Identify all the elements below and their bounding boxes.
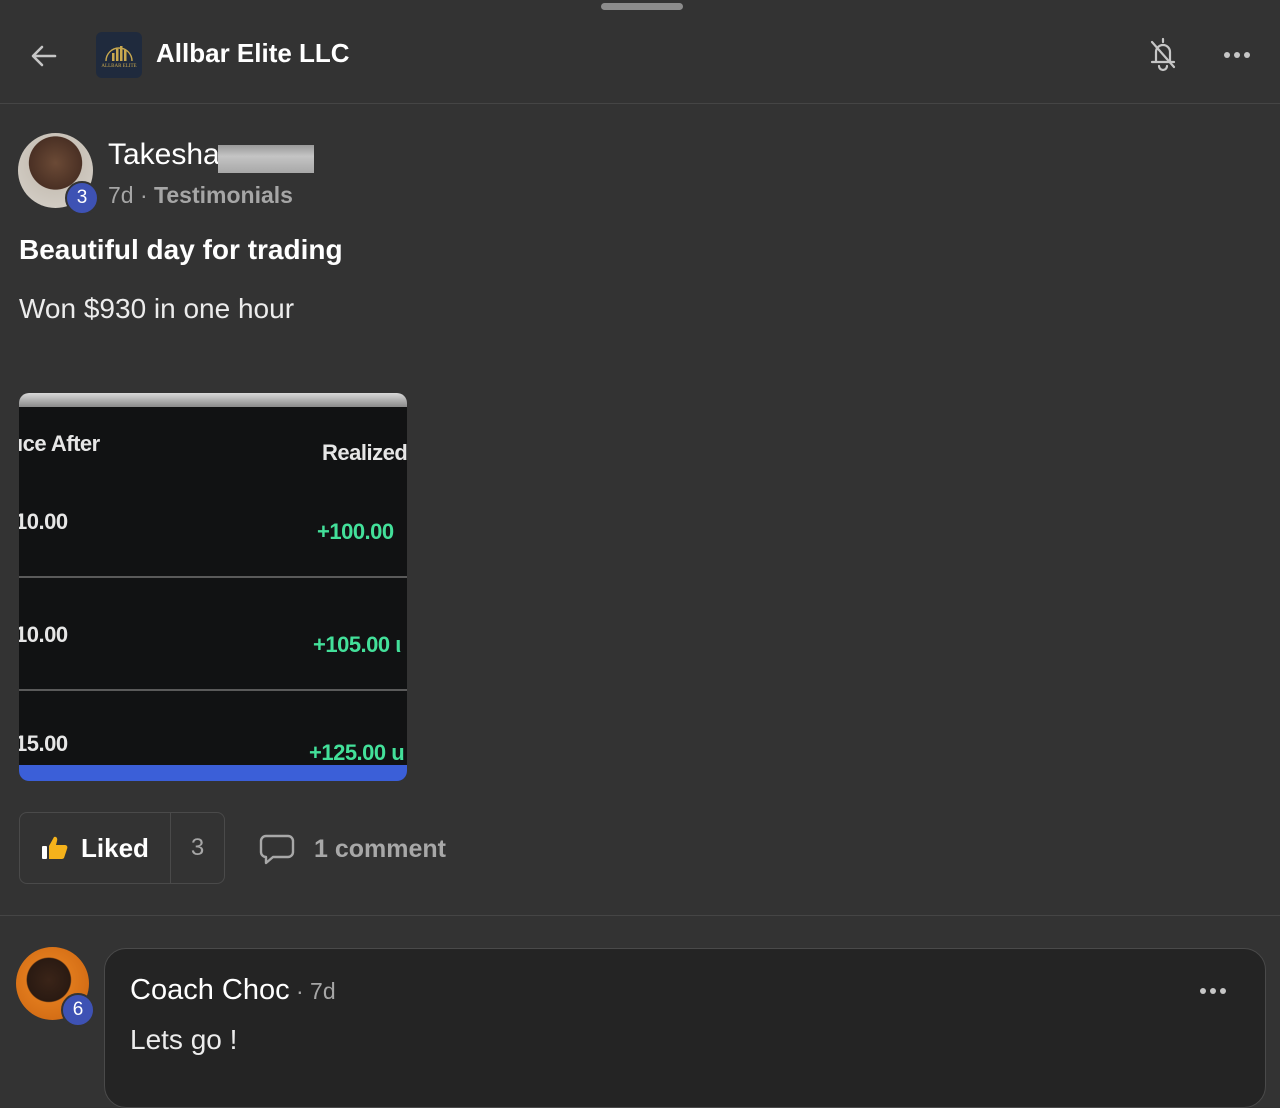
- screen-edge: [19, 393, 407, 407]
- image-row-1-right: +100.00: [317, 519, 394, 544]
- top-bar: ALLBAR ELITE Allbar Elite LLC: [0, 0, 1280, 104]
- group-logo[interactable]: ALLBAR ELITE: [96, 32, 142, 78]
- image-row-2-left: 10.00: [19, 622, 68, 647]
- more-horizontal-icon: [1224, 52, 1250, 58]
- author-name[interactable]: Takesha: [108, 138, 220, 172]
- image-row-1-left: 10.00: [19, 509, 68, 534]
- post-title: Beautiful day for trading: [19, 234, 343, 265]
- image-header-left: ıce After: [19, 431, 100, 456]
- bell-off-icon: [1150, 37, 1176, 72]
- post-body: Won $930 in one hour: [19, 293, 295, 324]
- notifications-button[interactable]: [1144, 34, 1182, 74]
- like-toggle[interactable]: Liked: [20, 813, 171, 883]
- author-level-badge: 3: [65, 181, 99, 215]
- section-divider: [0, 915, 1280, 916]
- image-divider: [19, 576, 407, 578]
- image-row-3-right: +125.00 u: [309, 740, 405, 765]
- image-header-right: Realized: [322, 440, 407, 465]
- comments-button[interactable]: 1 comment: [258, 827, 446, 871]
- bar-chart-logo-icon: [105, 46, 133, 62]
- commenter-level-badge: 6: [61, 993, 95, 1027]
- comment-bubble-icon: [259, 834, 295, 865]
- comment-card: [104, 948, 1266, 1108]
- image-row-3-left: 15.00: [19, 731, 68, 756]
- post-age: 7d: [108, 182, 134, 208]
- post-category[interactable]: Testimonials: [154, 182, 293, 208]
- screen-bottom-band: [19, 765, 407, 781]
- redacted-surname: [218, 145, 314, 173]
- comment-more-button[interactable]: [1192, 976, 1234, 1006]
- image-divider: [19, 689, 407, 691]
- like-count[interactable]: 3: [171, 813, 224, 883]
- logo-graphic: ALLBAR ELITE: [101, 41, 137, 69]
- group-title[interactable]: Allbar Elite LLC: [156, 38, 350, 69]
- like-label: Liked: [81, 832, 149, 863]
- back-button[interactable]: [24, 36, 64, 76]
- post-meta: 7d · Testimonials: [108, 182, 293, 209]
- thumbs-up-icon: [42, 836, 68, 859]
- meta-separator: ·: [139, 182, 148, 208]
- arrow-left-icon: [31, 45, 57, 67]
- commenter-name[interactable]: Coach Choc: [130, 974, 290, 1007]
- comment-count-label: 1 comment: [314, 834, 446, 863]
- more-options-button[interactable]: [1216, 40, 1258, 70]
- more-horizontal-icon: [1200, 988, 1226, 994]
- like-button[interactable]: Liked 3: [19, 812, 225, 884]
- image-row-2-right: +105.00 ι: [313, 632, 401, 657]
- post-image[interactable]: ıce After Realized 10.00 +100.00 10.00 +…: [19, 393, 407, 781]
- logo-text: ALLBAR ELITE: [101, 64, 137, 69]
- comment-text: Lets go !: [130, 1024, 238, 1055]
- comment-meta: · 7d: [296, 978, 336, 1004]
